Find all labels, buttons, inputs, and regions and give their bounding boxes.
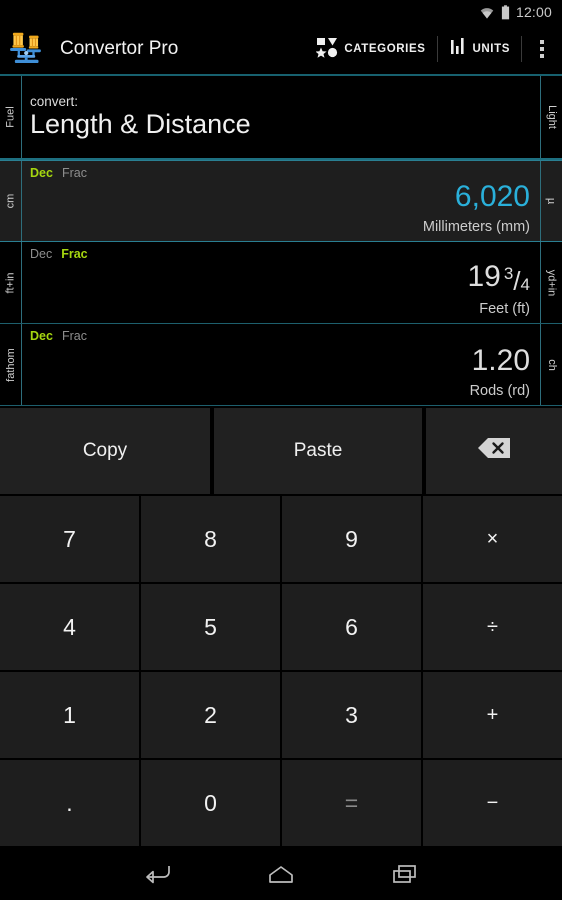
conversion-row[interactable]: fathom Dec Frac 1.20 Rods (rd) ch bbox=[0, 324, 562, 406]
backspace-icon bbox=[477, 437, 511, 465]
conversion-row-body[interactable]: Dec Frac 6,020 Millimeters (mm) bbox=[22, 161, 540, 241]
key-7[interactable]: 7 bbox=[0, 496, 139, 582]
key-0[interactable]: 0 bbox=[141, 760, 280, 846]
wifi-icon bbox=[479, 6, 495, 19]
overflow-menu-icon[interactable] bbox=[522, 23, 562, 75]
conversion-row-values: 19 3 / 4 Feet (ft) bbox=[30, 261, 530, 319]
unit-next-label: yd+in bbox=[545, 269, 558, 296]
conversion-value: 19 3 / 4 bbox=[467, 260, 530, 296]
convert-header-body[interactable]: convert: Length & Distance bbox=[22, 76, 540, 158]
recents-icon bbox=[391, 863, 419, 890]
mode-dec[interactable]: Dec bbox=[30, 247, 52, 261]
page-title: Length & Distance bbox=[30, 109, 251, 140]
edit-button-row: Copy Paste bbox=[0, 406, 562, 494]
android-nav-bar bbox=[0, 852, 562, 900]
categories-button[interactable]: CATEGORIES bbox=[305, 23, 436, 75]
key-decimal[interactable]: . bbox=[0, 760, 139, 846]
convert-kicker: convert: bbox=[30, 94, 79, 110]
units-button[interactable]: UNITS bbox=[438, 23, 522, 75]
app-window: 12:00 Convertor Pro CATEGORIES UNITS Fue… bbox=[0, 0, 562, 900]
unit-next-tab[interactable]: yd+in bbox=[540, 242, 562, 323]
conversion-row-body[interactable]: Dec Frac 19 3 / 4 Feet (ft) bbox=[22, 242, 540, 323]
key-1[interactable]: 1 bbox=[0, 672, 139, 758]
key-8[interactable]: 8 bbox=[141, 496, 280, 582]
unit-prev-tab[interactable]: fathom bbox=[0, 324, 22, 405]
conversion-value-fraction: 3 / 4 bbox=[503, 264, 530, 296]
paste-button[interactable]: Paste bbox=[214, 408, 422, 494]
conversion-row-body[interactable]: Dec Frac 1.20 Rods (rd) bbox=[22, 324, 540, 405]
home-icon bbox=[266, 863, 296, 890]
conversion-unit: Rods (rd) bbox=[469, 383, 530, 399]
status-bar: 12:00 bbox=[0, 0, 562, 24]
conversion-rows: cm Dec Frac 6,020 Millimeters (mm) µ ft+… bbox=[0, 160, 562, 406]
back-icon bbox=[142, 863, 172, 890]
key-5[interactable]: 5 bbox=[141, 584, 280, 670]
category-prev-tab[interactable]: Fuel bbox=[0, 76, 22, 158]
key-multiply[interactable]: × bbox=[423, 496, 562, 582]
copy-button[interactable]: Copy bbox=[0, 408, 210, 494]
mode-dec[interactable]: Dec bbox=[30, 166, 53, 180]
convert-header: Fuel convert: Length & Distance Light bbox=[0, 76, 562, 160]
key-divide[interactable]: ÷ bbox=[423, 584, 562, 670]
action-bar: Convertor Pro CATEGORIES UNITS bbox=[0, 24, 562, 76]
battery-full-icon bbox=[501, 4, 510, 20]
key-9[interactable]: 9 bbox=[282, 496, 421, 582]
key-2[interactable]: 2 bbox=[141, 672, 280, 758]
conversion-row-values: 6,020 Millimeters (mm) bbox=[30, 180, 530, 237]
unit-prev-label: cm bbox=[4, 193, 17, 209]
unit-next-tab[interactable]: µ bbox=[540, 161, 562, 241]
unit-prev-tab[interactable]: cm bbox=[0, 161, 22, 241]
key-equals[interactable]: = bbox=[282, 760, 421, 846]
unit-next-label: µ bbox=[545, 197, 558, 205]
units-label: UNITS bbox=[472, 43, 510, 55]
conversion-value: 1.20 bbox=[471, 344, 530, 377]
category-next-label: Light bbox=[545, 105, 558, 129]
unit-next-label: ch bbox=[545, 358, 558, 371]
conversion-row[interactable]: ft+in Dec Frac 19 3 / 4 Feet (ft) yd+in bbox=[0, 242, 562, 324]
mode-toggle[interactable]: Dec Frac bbox=[30, 247, 530, 261]
mode-toggle[interactable]: Dec Frac bbox=[30, 329, 530, 343]
category-prev-label: Fuel bbox=[4, 106, 17, 128]
unit-prev-tab[interactable]: ft+in bbox=[0, 242, 22, 323]
conversion-unit: Feet (ft) bbox=[479, 301, 530, 317]
conversion-row[interactable]: cm Dec Frac 6,020 Millimeters (mm) µ bbox=[0, 160, 562, 242]
mode-toggle[interactable]: Dec Frac bbox=[30, 166, 530, 180]
key-plus[interactable]: + bbox=[423, 672, 562, 758]
category-next-tab[interactable]: Light bbox=[540, 76, 562, 158]
back-button[interactable] bbox=[134, 858, 180, 894]
status-clock: 12:00 bbox=[515, 4, 552, 20]
mode-frac[interactable]: Frac bbox=[62, 329, 87, 343]
bars-icon bbox=[449, 37, 467, 62]
mode-frac[interactable]: Frac bbox=[61, 247, 87, 261]
key-6[interactable]: 6 bbox=[282, 584, 421, 670]
keypad: 7 8 9 × 4 5 6 ÷ 1 2 3 + . 0 = − bbox=[0, 494, 562, 846]
shapes-icon bbox=[315, 36, 338, 63]
unit-prev-label: ft+in bbox=[4, 271, 17, 294]
unit-next-tab[interactable]: ch bbox=[540, 324, 562, 405]
app-title: Convertor Pro bbox=[60, 38, 179, 59]
conversion-value-whole: 19 bbox=[467, 260, 501, 293]
backspace-button[interactable] bbox=[426, 408, 562, 494]
fraction-slash: / bbox=[513, 266, 521, 296]
key-minus[interactable]: − bbox=[423, 760, 562, 846]
home-button[interactable] bbox=[258, 858, 304, 894]
balance-scale-icon[interactable] bbox=[8, 29, 52, 70]
categories-label: CATEGORIES bbox=[344, 43, 426, 55]
conversion-row-values: 1.20 Rods (rd) bbox=[30, 343, 530, 401]
key-3[interactable]: 3 bbox=[282, 672, 421, 758]
unit-prev-label: fathom bbox=[4, 347, 17, 382]
mode-dec[interactable]: Dec bbox=[30, 329, 53, 343]
recents-button[interactable] bbox=[382, 858, 428, 894]
mode-frac[interactable]: Frac bbox=[62, 166, 87, 180]
conversion-unit: Millimeters (mm) bbox=[422, 219, 530, 235]
key-4[interactable]: 4 bbox=[0, 584, 139, 670]
conversion-value: 6,020 bbox=[454, 180, 530, 213]
